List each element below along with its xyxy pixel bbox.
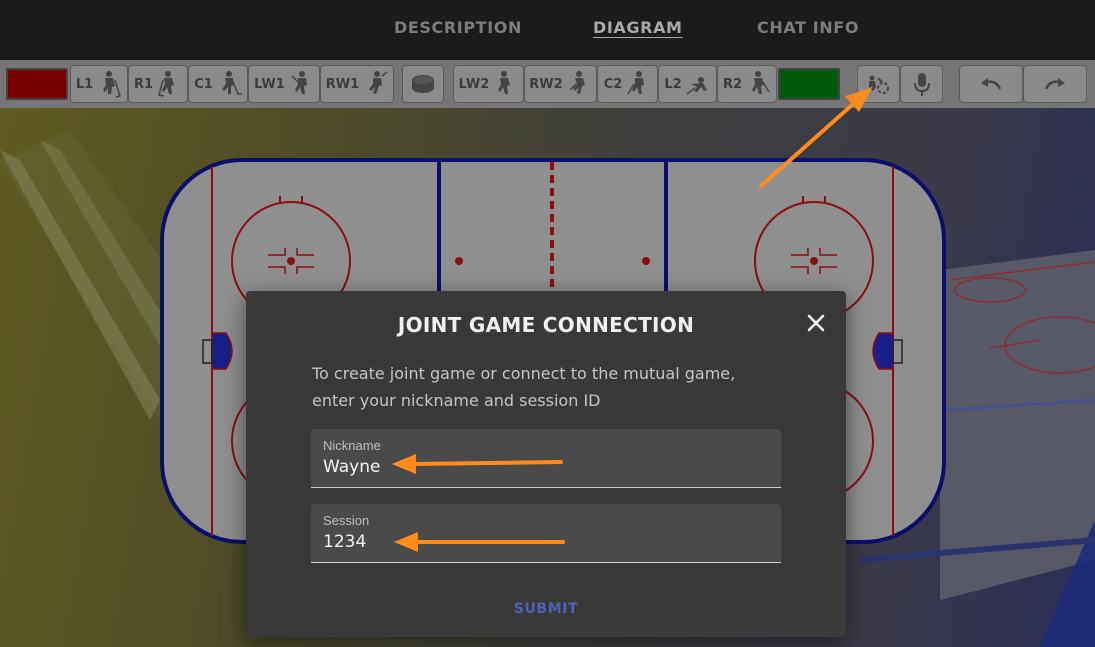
undo-button[interactable] [959, 65, 1023, 103]
player-button-c2[interactable]: C2 [597, 65, 658, 103]
skater-icon [156, 70, 182, 98]
puck-icon [410, 73, 436, 95]
player-label: LW2 [458, 76, 490, 92]
player-button-lw1[interactable]: LW1 [248, 65, 320, 103]
skater-icon [745, 70, 771, 98]
skater-icon [685, 70, 711, 98]
close-icon [804, 314, 828, 339]
player-label: LW1 [254, 76, 285, 92]
skater-icon [288, 70, 314, 98]
session-label: Session [323, 513, 370, 528]
skater-icon [566, 70, 592, 98]
player-label: R1 [133, 76, 154, 92]
player-button-r2[interactable]: R2 [717, 65, 777, 103]
left-team-color-swatch[interactable] [6, 68, 68, 100]
redo-button[interactable] [1023, 65, 1087, 103]
player-button-rw2[interactable]: RW2 [524, 65, 597, 103]
skater-icon [625, 70, 651, 98]
player-label: C2 [603, 76, 623, 92]
nickname-field[interactable]: Nickname [311, 429, 781, 488]
player-label: C1 [194, 76, 213, 92]
toolbar: L1 R1 C1 LW1 RW1 LW2 RW2 C2 L2 R2 [0, 60, 1095, 108]
player-button-rw1[interactable]: RW1 [320, 65, 394, 103]
close-button[interactable] [804, 311, 828, 335]
submit-button[interactable]: SUBMIT [496, 597, 596, 621]
skater-icon [216, 70, 242, 98]
dialog-title: JOINT GAME CONNECTION [397, 313, 695, 337]
player-button-c1[interactable]: C1 [188, 65, 248, 103]
session-input[interactable] [323, 530, 763, 554]
puck-button[interactable] [402, 65, 444, 103]
player-label: L2 [664, 76, 682, 92]
player-label: RW1 [325, 76, 360, 92]
player-label: L1 [75, 76, 94, 92]
player-button-l2[interactable]: L2 [658, 65, 717, 103]
dialog-description: To create joint game or connect to the m… [312, 364, 736, 410]
player-button-lw2[interactable]: LW2 [453, 65, 524, 103]
player-label: RW2 [529, 76, 563, 92]
skater-icon [362, 70, 388, 98]
play-icon [866, 72, 892, 96]
microphone-button[interactable] [900, 65, 943, 103]
tab-diagram[interactable]: DIAGRAM [593, 18, 683, 37]
skater-icon [96, 70, 122, 98]
nickname-label: Nickname [323, 438, 381, 453]
right-team-color-swatch[interactable] [778, 68, 840, 100]
top-nav: DESCRIPTION DIAGRAM CHAT INFO [0, 0, 1095, 60]
joint-game-connection-dialog: JOINT GAME CONNECTION To create joint ga… [246, 291, 846, 637]
tab-description[interactable]: DESCRIPTION [394, 18, 522, 37]
tab-chat-info[interactable]: CHAT INFO [757, 18, 859, 37]
nickname-input[interactable] [323, 455, 763, 479]
session-field[interactable]: Session [311, 504, 781, 563]
play-button[interactable] [857, 65, 900, 103]
player-button-l1[interactable]: L1 [70, 65, 128, 103]
undo-icon [978, 74, 1004, 94]
player-label: R2 [722, 76, 743, 92]
skater-icon [492, 70, 518, 98]
redo-icon [1042, 74, 1068, 94]
microphone-icon [912, 71, 932, 97]
player-button-r1[interactable]: R1 [128, 65, 188, 103]
